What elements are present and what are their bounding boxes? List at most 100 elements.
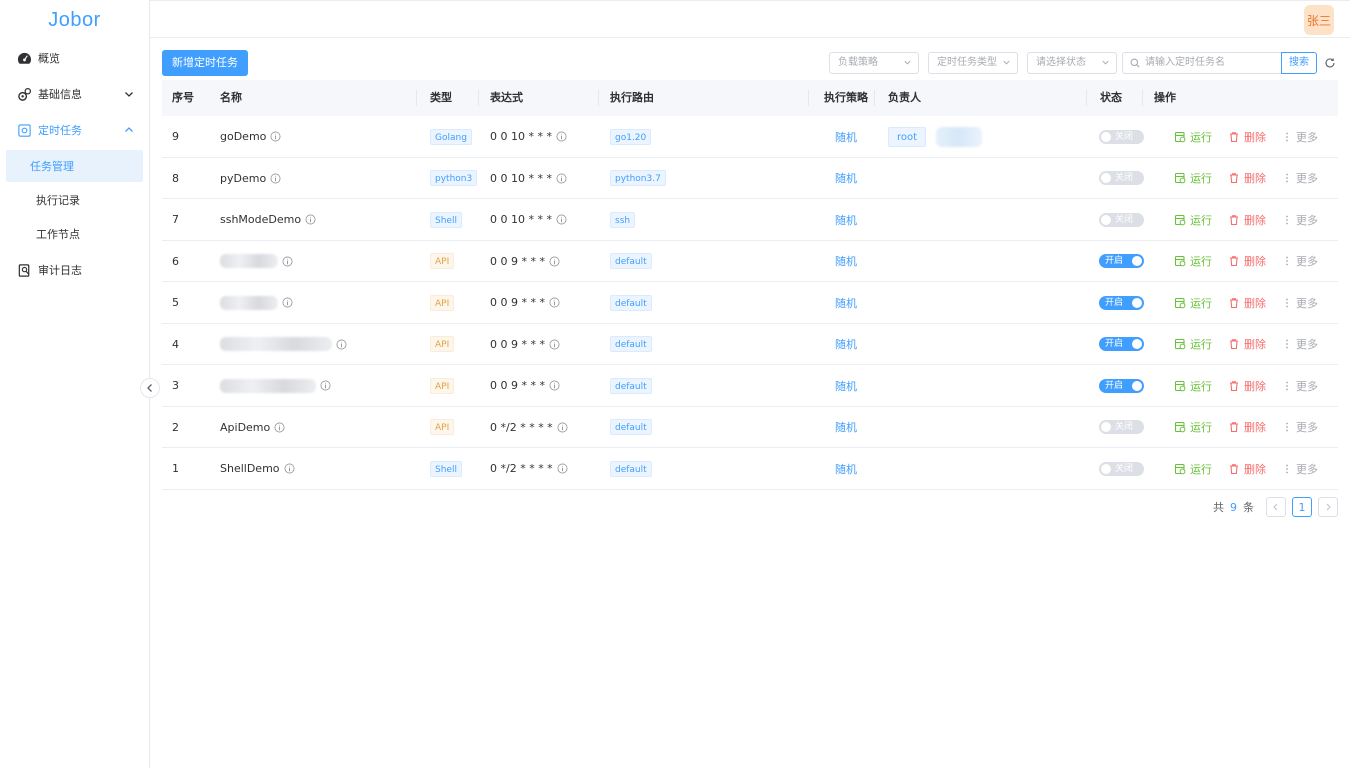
info-icon[interactable] [557,422,568,433]
status-toggle[interactable]: 关闭 [1099,129,1144,144]
status-toggle[interactable]: 关闭 [1099,212,1144,227]
more-vertical-icon [1286,173,1288,183]
sidebar-subitem-task-management[interactable]: 任务管理 [6,150,143,182]
refresh-icon[interactable] [1324,57,1336,69]
task-name-search-input[interactable]: 请输入定时任务名 [1122,52,1282,74]
delete-button[interactable]: 删除 [1228,212,1266,228]
run-button[interactable]: 运行 [1174,129,1212,145]
delete-button[interactable]: 删除 [1228,295,1266,311]
header-separator [1086,90,1087,106]
table-row: 7 sshModeDemo Shell 0 0 10 * * * ssh 随机 … [162,199,1338,241]
more-button[interactable]: 更多 [1282,253,1318,269]
sidebar-item-overview[interactable]: 概览 [0,40,149,76]
run-button[interactable]: 运行 [1174,336,1212,352]
next-page-button[interactable] [1318,497,1338,517]
status-toggle[interactable]: 开启 [1099,295,1144,310]
prev-page-button[interactable] [1266,497,1286,517]
delete-button[interactable]: 删除 [1228,129,1266,145]
delete-button[interactable]: 删除 [1228,170,1266,186]
more-button[interactable]: 更多 [1282,170,1318,186]
info-icon[interactable] [274,422,285,433]
user-avatar[interactable]: 张三 [1304,5,1334,35]
cell-strategy[interactable]: 随机 [835,324,857,365]
info-icon[interactable] [549,297,560,308]
sidebar-subitem-execution-records[interactable]: 执行记录 [6,184,143,216]
trash-icon [1230,173,1238,184]
info-icon[interactable] [284,463,295,474]
search-button[interactable]: 搜索 [1281,52,1317,74]
run-label: 运行 [1190,296,1212,310]
status-toggle[interactable]: 关闭 [1099,461,1144,476]
cell-status: 开启 [1099,365,1144,406]
cell-strategy[interactable]: 随机 [835,158,857,199]
cell-strategy[interactable]: 随机 [835,116,857,157]
cell-strategy[interactable]: 随机 [835,241,857,282]
header-expression: 表达式 [490,91,523,104]
delete-button[interactable]: 删除 [1228,336,1266,352]
run-button[interactable]: 运行 [1174,295,1212,311]
toggle-knob [1101,173,1111,183]
status-toggle[interactable]: 开启 [1099,337,1144,351]
new-task-button[interactable]: 新增定时任务 [162,50,248,76]
info-icon[interactable] [556,131,567,142]
sidebar-subitem-worker-nodes[interactable]: 工作节点 [6,218,143,250]
status-toggle[interactable]: 开启 [1099,378,1144,393]
run-button[interactable]: 运行 [1174,461,1212,477]
more-button[interactable]: 更多 [1282,336,1318,352]
info-icon[interactable] [549,256,560,267]
status-toggle[interactable]: 关闭 [1099,420,1144,434]
run-button[interactable]: 运行 [1174,253,1212,269]
delete-button[interactable]: 删除 [1228,461,1266,477]
cell-strategy[interactable]: 随机 [835,407,857,448]
info-icon[interactable] [282,256,293,267]
more-button[interactable]: 更多 [1282,212,1318,228]
info-icon[interactable] [556,173,567,184]
info-icon[interactable] [549,380,560,391]
sidebar-item-label: 概览 [38,52,60,65]
delete-button[interactable]: 删除 [1228,253,1266,269]
sidebar-item-scheduled-tasks[interactable]: 定时任务 [0,112,149,148]
info-icon[interactable] [549,339,560,350]
delete-button[interactable]: 删除 [1228,378,1266,394]
more-button[interactable]: 更多 [1282,461,1318,477]
info-icon[interactable] [336,339,347,350]
more-button[interactable]: 更多 [1282,129,1318,145]
info-icon[interactable] [270,173,281,184]
trash-icon [1230,422,1238,433]
run-button[interactable]: 运行 [1174,378,1212,394]
run-button[interactable]: 运行 [1174,419,1212,435]
status-toggle-label: 开启 [1105,297,1124,308]
task-type-select[interactable]: 定时任务类型 [928,52,1018,74]
sidebar-item-audit-log[interactable]: 审计日志 [0,252,149,288]
cell-strategy[interactable]: 随机 [835,365,857,406]
cell-type: Shell [430,199,462,240]
cell-strategy[interactable]: 随机 [835,448,857,489]
status-toggle[interactable]: 关闭 [1099,171,1144,185]
info-icon[interactable] [305,214,316,225]
info-icon[interactable] [557,463,568,474]
status-toggle[interactable]: 开启 [1099,254,1144,268]
more-button[interactable]: 更多 [1282,378,1318,394]
status-select[interactable]: 请选择状态 [1027,52,1117,74]
cell-actions: 运行 删除 更多 [1174,241,1318,282]
strategy-select[interactable]: 负载策略 [829,52,919,74]
run-button[interactable]: 运行 [1174,170,1212,186]
cell-strategy[interactable]: 随机 [835,282,857,323]
delete-button[interactable]: 删除 [1228,419,1266,435]
page-number-button[interactable]: 1 [1292,497,1312,517]
info-icon[interactable] [320,380,331,391]
more-button[interactable]: 更多 [1282,419,1318,435]
toggle-knob [1132,380,1142,391]
info-icon[interactable] [282,297,293,308]
sidebar-collapse-button[interactable] [140,378,160,398]
type-tag: API [430,336,455,352]
sidebar-item-basic-info[interactable]: 基础信息 [0,76,149,112]
run-button[interactable]: 运行 [1174,212,1212,228]
cell-type: API [430,407,455,448]
cell-strategy[interactable]: 随机 [835,199,857,240]
cell-actions: 运行 删除 更多 [1174,158,1318,199]
more-button[interactable]: 更多 [1282,295,1318,311]
info-icon[interactable] [556,214,567,225]
toggle-knob [1132,297,1142,308]
info-icon[interactable] [270,131,281,142]
